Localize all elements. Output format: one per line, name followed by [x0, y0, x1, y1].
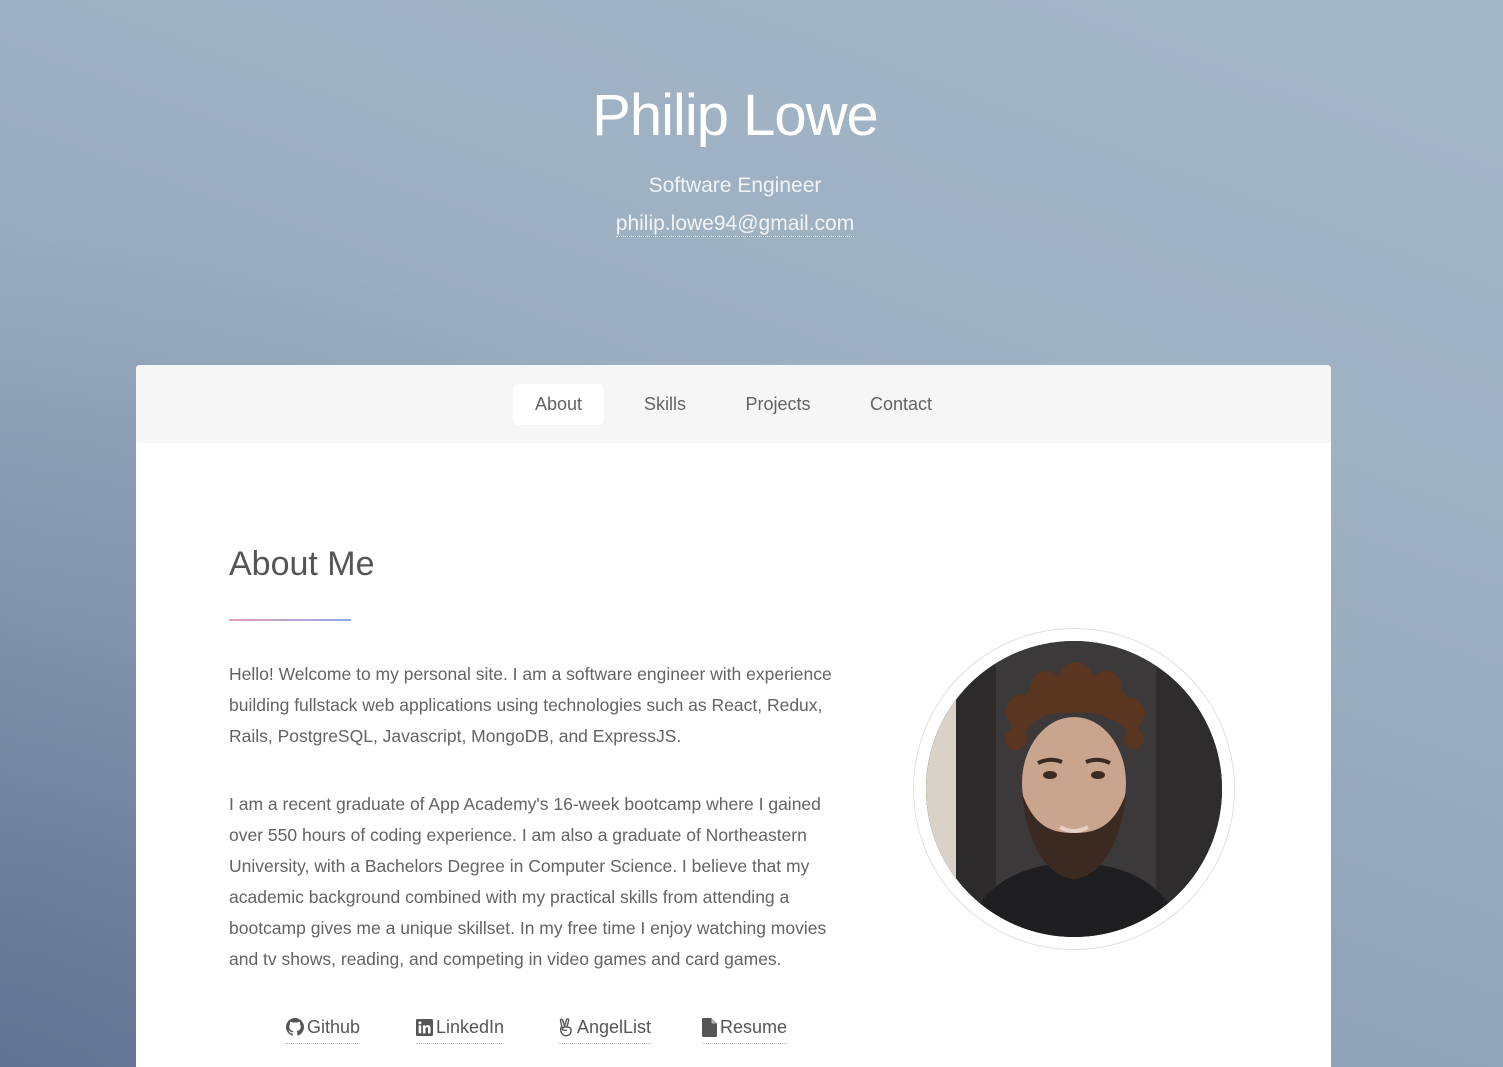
- tab-skills[interactable]: Skills: [626, 384, 704, 425]
- site-title: Philip Lowe: [592, 83, 879, 148]
- github-link[interactable]: Github: [286, 1011, 361, 1044]
- tab-about[interactable]: About: [513, 384, 604, 425]
- angellist-link[interactable]: AngelList: [558, 1011, 652, 1044]
- github-icon: [286, 1018, 304, 1036]
- profile-photo: [926, 641, 1222, 937]
- section-heading: About Me: [229, 545, 375, 583]
- linkedin-label: LinkedIn: [436, 1016, 505, 1037]
- tab-contact[interactable]: Contact: [852, 384, 950, 425]
- linkedin-link[interactable]: LinkedIn: [416, 1011, 505, 1044]
- github-label: Github: [307, 1016, 361, 1037]
- resume-link[interactable]: Resume: [702, 1011, 788, 1044]
- heading-underline: [229, 619, 351, 621]
- portrait-illustration: [926, 641, 1222, 937]
- tab-projects[interactable]: Projects: [728, 384, 828, 425]
- about-paragraph: Hello! Welcome to my personal site. I am…: [229, 664, 832, 746]
- resume-label: Resume: [720, 1016, 788, 1037]
- social-links: Github LinkedIn AngelList Resume: [136, 1011, 1331, 1051]
- angellist-label: AngelList: [577, 1016, 652, 1037]
- email-link[interactable]: philip.lowe94@gmail.com: [615, 212, 855, 237]
- email-container: philip.lowe94@gmail.com: [0, 212, 1470, 237]
- file-icon: [702, 1017, 717, 1037]
- job-title: Software Engineer: [648, 174, 822, 197]
- section-nav: About Skills Projects Contact: [136, 365, 1331, 443]
- linkedin-icon: [416, 1018, 433, 1036]
- content-card: About Skills Projects Contact About Me H…: [136, 365, 1331, 1067]
- about-paragraph: I am a recent graduate of App Academy's …: [229, 794, 827, 969]
- profile-photo-frame: [913, 628, 1235, 950]
- angellist-icon: [558, 1017, 574, 1037]
